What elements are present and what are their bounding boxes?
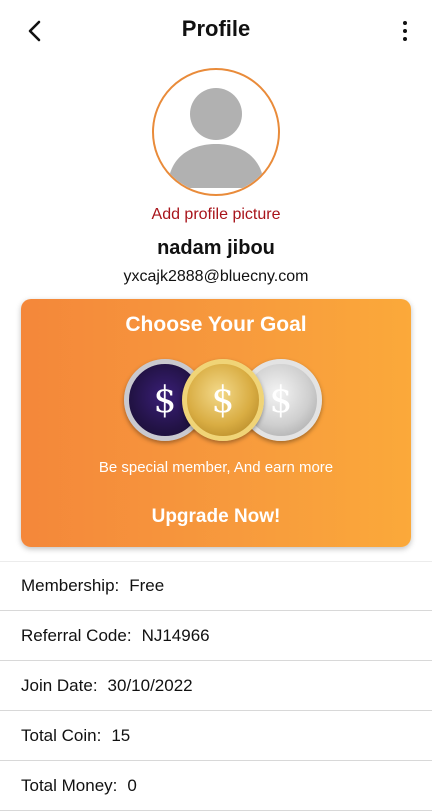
info-label: Join Date: <box>21 675 98 695</box>
avatar[interactable] <box>152 68 280 196</box>
info-value: Free <box>129 576 165 595</box>
app-header: Profile <box>0 0 432 60</box>
goal-subtitle: Be special member, And earn more <box>98 459 334 476</box>
coins-group: $ $ $ <box>124 357 322 441</box>
more-options-button[interactable] <box>398 14 412 48</box>
person-placeholder-icon <box>168 88 264 188</box>
profile-info-list: Membership: Free Referral Code: NJ14966 … <box>0 561 432 811</box>
goal-title: Choose Your Goal <box>125 313 307 336</box>
upgrade-now-button[interactable]: Upgrade Now! <box>116 506 316 528</box>
user-name: nadam jibou <box>157 237 275 259</box>
info-value: 15 <box>111 725 131 745</box>
info-label: Total Money: <box>21 775 118 795</box>
info-label: Total Coin: <box>21 725 102 745</box>
user-email: yxcajk2888@bluecny.com <box>123 268 309 285</box>
info-value: NJ14966 <box>141 625 210 645</box>
info-row-total-coin: Total Coin: 15 <box>0 711 432 761</box>
more-vertical-icon <box>403 21 407 25</box>
info-row-referral-code: Referral Code: NJ14966 <box>0 611 432 661</box>
gold-dollar-coin-icon: $ <box>182 359 264 441</box>
add-profile-picture-link[interactable]: Add profile picture <box>0 206 432 224</box>
info-value: 30/10/2022 <box>107 675 193 695</box>
info-label: Membership: <box>21 576 120 595</box>
choose-goal-card[interactable]: Choose Your Goal $ $ $ Be special member… <box>21 299 411 547</box>
info-row-join-date: Join Date: 30/10/2022 <box>0 661 432 711</box>
page-title: Profile <box>181 16 251 41</box>
info-label: Referral Code: <box>21 625 132 645</box>
info-value: 0 <box>127 775 137 795</box>
info-row-membership: Membership: Free <box>0 561 432 611</box>
info-row-total-money: Total Money: 0 <box>0 761 432 811</box>
